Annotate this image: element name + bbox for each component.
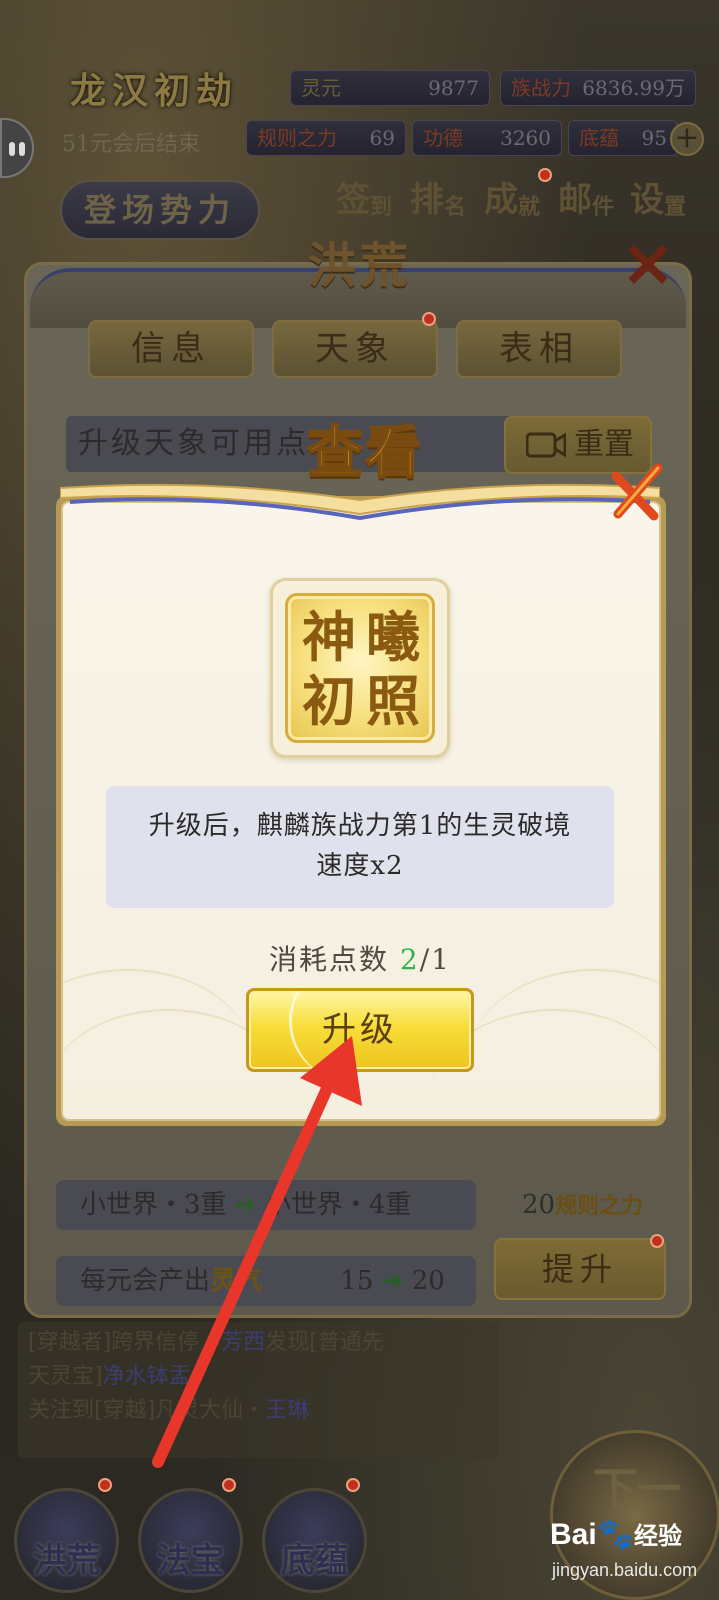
entry-forces-button[interactable]: 登场势力 — [60, 180, 260, 240]
bottom-tab-fabao[interactable]: 法宝 — [138, 1488, 243, 1593]
add-icon[interactable]: + — [670, 122, 704, 156]
gongde-value: 3260 — [500, 126, 551, 150]
bottom-tab-honghuang[interactable]: 洪荒 — [14, 1488, 119, 1593]
tab-notification-dot — [346, 1478, 360, 1492]
guize-value: 69 — [369, 126, 395, 150]
guize-counter: 规则之力 69 — [246, 120, 406, 156]
era-status: 51元会后结束 — [62, 132, 200, 157]
yield-row: 每元会产出灵气 15 ➔ 20 — [56, 1256, 476, 1306]
close-icon[interactable]: ✕ — [622, 235, 686, 300]
side-menu-button[interactable] — [0, 118, 34, 178]
promote-button[interactable]: 提升 — [494, 1238, 666, 1300]
upgrade-label: 升级 — [322, 1010, 398, 1050]
zhanli-label: 族战力 — [511, 76, 571, 100]
baidu-logo: Bai🐾经验 — [550, 1518, 683, 1551]
cost-label: 消耗点数 — [269, 943, 390, 976]
nav-mail[interactable]: 邮件 — [558, 172, 628, 238]
arrow-right-icon: ➔ — [234, 1190, 257, 1220]
bottom-tab-diyun[interactable]: 底蕴 — [262, 1488, 367, 1593]
lingyuan-counter: 灵元 9877 — [290, 70, 490, 106]
dianqi-value: 95 — [641, 126, 667, 150]
skill-icon-face: 神 曦 初 照 — [285, 593, 435, 743]
tab-tianxiang[interactable]: 天象 — [272, 320, 438, 378]
gongde-label: 功德 — [423, 126, 463, 150]
lingyuan-label: 灵元 — [301, 76, 341, 100]
reset-label: 重置 — [574, 427, 634, 462]
dianqi-counter: 底蕴 95 — [568, 120, 678, 156]
feed-line-1: [穿越者]跨界信停・芳西发现[普通先 — [28, 1330, 384, 1355]
lingyuan-value: 9877 — [428, 76, 479, 100]
arrow-right-icon: ➔ — [381, 1266, 404, 1296]
upgrade-button[interactable]: 升级 — [246, 988, 474, 1072]
gongde-counter: 功德 3260 — [412, 120, 562, 156]
close-icon[interactable] — [606, 462, 666, 524]
tianxiang-notification-dot — [422, 312, 436, 326]
feed-line-2: 天灵宝]净水钵盂 — [28, 1364, 191, 1389]
upgrade-cost: 20规则之力 — [522, 1190, 644, 1220]
tab-info[interactable]: 信息 — [88, 320, 254, 378]
zhanli-value: 6836.99万 — [582, 76, 685, 100]
skill-icon: 神 曦 初 照 — [270, 578, 450, 758]
world-level-row: 小世界・3重 ➔ 小世界・4重 — [56, 1180, 476, 1230]
honghuang-panel-title: 洪荒 — [307, 238, 412, 294]
cost-points: 消耗点数 2/1 — [160, 938, 560, 978]
tab-notification-dot — [98, 1478, 112, 1492]
dianqi-label: 底蕴 — [579, 126, 619, 150]
tab-biaoxiang[interactable]: 表相 — [456, 320, 622, 378]
feed-line-3: 关注到[穿越]凡灵大仙・王琳 — [28, 1398, 310, 1423]
cost-need: /1 — [419, 943, 451, 976]
zhanli-counter: 族战力 6836.99万 — [500, 70, 696, 106]
event-feed: [穿越者]跨界信停・芳西发现[普通先 天灵宝]净水钵盂 关注到[穿越]凡灵大仙・… — [18, 1322, 498, 1458]
video-icon — [526, 432, 566, 458]
watermark-url: jingyan.baidu.com — [552, 1560, 698, 1580]
cost-have: 2 — [399, 943, 420, 976]
game-title: 龙汉初劫 — [70, 70, 239, 112]
view-dialog-title: 查看 — [306, 419, 423, 487]
guize-label: 规则之力 — [257, 126, 337, 150]
tab-notification-dot — [222, 1478, 236, 1492]
promote-notification-dot — [650, 1234, 664, 1248]
achievement-notification-dot — [538, 168, 552, 182]
skill-description: 升级后，麒麟族战力第1的生灵破境速度x2 — [106, 786, 614, 908]
baidu-watermark: Bai🐾经验 jingyan.baidu.com — [550, 1516, 710, 1596]
